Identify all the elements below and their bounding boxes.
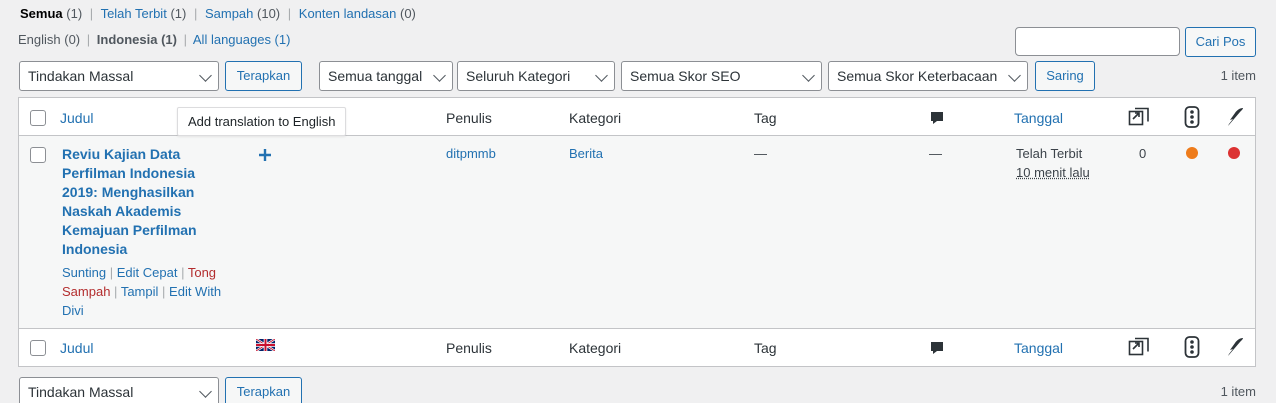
column-tag-footer: Tag [754,340,777,356]
post-date: 10 menit lalu [1016,165,1090,180]
view-published[interactable]: Telah Terbit [101,6,167,21]
view-trash[interactable]: Sampah [205,6,253,21]
language-english[interactable]: English (0) [18,32,80,47]
chevron-down-icon [199,69,212,82]
search-input[interactable] [1015,27,1180,56]
status-views: Semua (1) | Telah Terbit (1) | Sampah (1… [20,6,416,21]
separator: | [184,32,187,47]
separator: | [114,284,117,299]
separator: | [90,6,93,21]
apply-button-bottom[interactable]: Terapkan [225,377,302,403]
bulk-action-select[interactable]: Tindakan Massal [19,61,219,91]
language-all[interactable]: All languages (1) [193,32,291,47]
category-filter-value: Seluruh Kategori [466,68,570,84]
column-date[interactable]: Tanggal [1014,110,1063,126]
comment-icon[interactable] [929,340,945,356]
view-cornerstone[interactable]: Konten landasan [299,6,397,21]
post-title-link[interactable]: Reviu Kajian Data Perfilman Indonesia 20… [62,145,212,259]
separator: | [181,265,184,280]
chevron-down-icon [1008,69,1021,82]
items-count-bottom: 1 item [1221,384,1256,399]
edit-link[interactable]: Sunting [62,265,106,280]
column-category: Kategori [569,110,621,126]
seo-traffic-light-icon [1184,106,1200,128]
divider [19,328,1255,329]
column-author: Penulis [446,110,492,126]
chevron-down-icon [433,69,446,82]
readability-score-indicator [1228,147,1240,159]
view-all-count: (1) [66,6,82,21]
apply-button[interactable]: Terapkan [225,61,302,91]
comment-icon[interactable] [929,110,945,126]
post-status: Telah Terbit [1016,146,1082,161]
select-all-checkbox-footer[interactable] [30,340,46,356]
date-filter-value: Semua tanggal [328,68,422,84]
separator: | [87,32,90,47]
seo-score-select[interactable]: Semua Skor SEO [621,61,822,91]
readability-score-select[interactable]: Semua Skor Keterbacaan [828,61,1028,91]
post-category-link[interactable]: Berita [569,146,603,161]
search-button[interactable]: Cari Pos [1185,27,1256,57]
readability-feather-icon [1226,107,1244,127]
bulk-action-select-bottom[interactable]: Tindakan Massal [19,377,219,403]
internal-links-icon [1128,107,1150,127]
seo-score-value: Semua Skor SEO [630,68,741,84]
view-link[interactable]: Tampil [121,284,159,299]
chevron-down-icon [595,69,608,82]
view-trash-count: (10) [257,6,280,21]
quick-edit-link[interactable]: Edit Cepat [117,265,178,280]
column-title[interactable]: Judul [60,110,93,126]
filter-button[interactable]: Saring [1035,61,1095,91]
column-tag: Tag [754,110,777,126]
view-published-count: (1) [170,6,186,21]
post-author-link[interactable]: ditpmmb [446,146,496,161]
column-date-footer[interactable]: Tanggal [1014,340,1063,356]
chevron-down-icon [802,69,815,82]
readability-feather-icon [1226,337,1244,357]
seo-traffic-light-icon [1184,336,1200,358]
column-title-footer[interactable]: Judul [60,340,93,356]
bulk-action-value: Tindakan Massal [28,68,133,84]
row-actions: Sunting | Edit Cepat | Tong Sampah | Tam… [62,263,242,320]
bulk-action-value: Tindakan Massal [28,384,133,400]
internal-links-icon [1128,337,1150,357]
chevron-down-icon [199,385,212,398]
separator: | [162,284,165,299]
select-all-checkbox[interactable] [30,110,46,126]
add-translation-icon[interactable] [258,148,272,162]
seo-score-indicator [1186,147,1198,159]
uk-flag-icon [256,339,275,351]
internal-links-count: 0 [1139,146,1146,161]
column-category-footer: Kategori [569,340,621,356]
language-filter: English (0) | Indonesia (1) | All langua… [18,32,290,47]
view-cornerstone-count: (0) [400,6,416,21]
row-checkbox[interactable] [30,147,46,163]
language-indonesia[interactable]: Indonesia (1) [97,32,177,47]
post-comments: — [929,146,942,161]
separator: | [110,265,113,280]
category-filter-select[interactable]: Seluruh Kategori [457,61,615,91]
translation-tooltip: Add translation to English [177,107,346,136]
items-count: 1 item [1221,68,1256,83]
post-tags: — [754,146,767,161]
view-all[interactable]: Semua [20,6,63,21]
date-filter-select[interactable]: Semua tanggal [319,61,453,91]
column-author-footer: Penulis [446,340,492,356]
readability-score-value: Semua Skor Keterbacaan [837,68,997,84]
separator: | [194,6,197,21]
separator: | [288,6,291,21]
